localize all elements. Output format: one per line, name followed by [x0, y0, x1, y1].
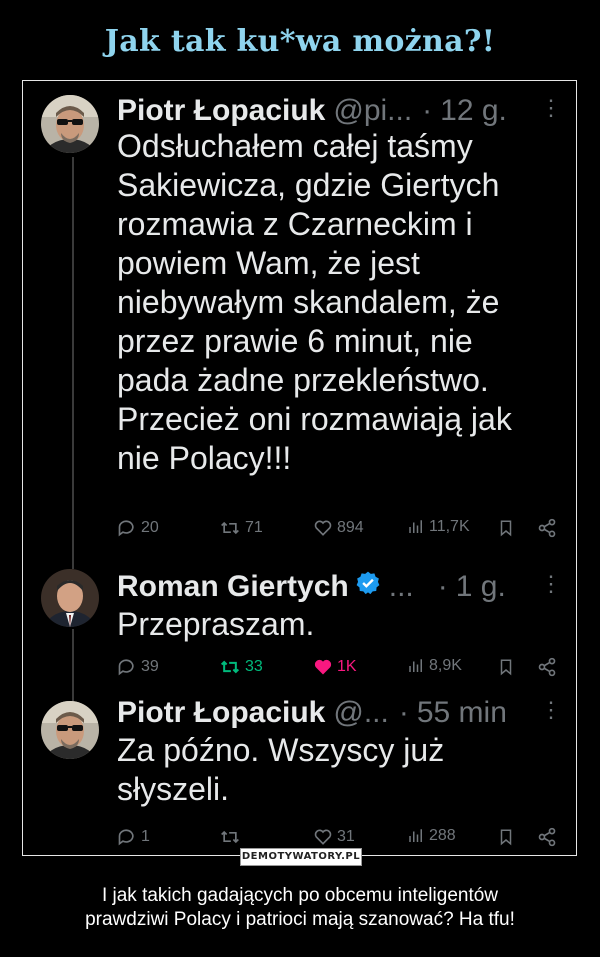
- retweet-count: 33: [245, 658, 263, 675]
- verified-badge-icon: [355, 570, 381, 604]
- tweet-header: Roman Giertych ... · 1 g. ⋮: [117, 567, 562, 607]
- tweet-line: Przepraszam.: [117, 606, 315, 642]
- tweet-line: Odsłuchałem całej taśmy: [117, 128, 473, 164]
- more-options-icon[interactable]: ⋮: [540, 571, 562, 597]
- share-button[interactable]: [537, 657, 557, 677]
- like-button[interactable]: 1K: [313, 657, 357, 677]
- reply-button[interactable]: 1: [117, 827, 150, 847]
- author-name[interactable]: Piotr Łopaciuk: [117, 696, 325, 730]
- views-icon: [409, 829, 422, 842]
- tweet-line: pada żadne przekleństwo.: [117, 362, 489, 398]
- avatar[interactable]: [41, 569, 99, 627]
- like-count: 31: [337, 828, 355, 845]
- avatar[interactable]: [41, 701, 99, 759]
- tweet-line: Przecież oni rozmawiają jak: [117, 401, 512, 437]
- tweet-text: Odsłuchałem całej taśmy Sakiewicza, gdzi…: [117, 127, 556, 478]
- tweet-header: Piotr Łopaciuk @pi... · 12 g. ⋮: [117, 91, 562, 131]
- reply-button[interactable]: 20: [117, 518, 159, 538]
- share-icon: [538, 657, 556, 677]
- views-count: 11,7K: [429, 518, 470, 535]
- share-icon: [538, 518, 556, 538]
- reply-icon: [118, 520, 134, 537]
- views-icon: [409, 659, 422, 672]
- tweet-text: Za późno. Wszyscy już słyszeli.: [117, 731, 556, 809]
- author-name[interactable]: Roman Giertych: [117, 570, 349, 604]
- caption-line: I jak takich gadających po obcemu inteli…: [101, 885, 499, 906]
- retweet-icon: [221, 830, 239, 844]
- retweet-button[interactable]: 33: [219, 657, 263, 677]
- demotywatory-watermark: DEMOTYWATORY.PL: [240, 848, 362, 866]
- share-button[interactable]: [537, 827, 557, 847]
- author-handle[interactable]: ...: [389, 570, 414, 604]
- views-button[interactable]: 11,7K: [407, 518, 470, 536]
- reply-count: 1: [141, 828, 150, 845]
- heart-icon: [314, 520, 332, 536]
- caption-line: prawdziwi Polacy i patrioci mają szanowa…: [85, 909, 515, 930]
- bookmark-button[interactable]: [497, 518, 515, 538]
- tweet-line: Za późno. Wszyscy już: [117, 732, 445, 768]
- retweet-count: 71: [245, 519, 263, 536]
- heart-filled-icon: [314, 659, 332, 675]
- tweet-text: Przepraszam.: [117, 605, 556, 644]
- tweet-line: Sakiewicza, gdzie Giertych: [117, 167, 500, 203]
- retweet-icon: [221, 521, 239, 535]
- screenshot-frame: Piotr Łopaciuk @pi... · 12 g. ⋮ Odsłucha…: [22, 80, 577, 856]
- retweet-icon: [220, 660, 240, 674]
- bookmark-icon: [500, 659, 512, 676]
- bookmark-icon: [500, 520, 512, 537]
- tweet-line: przez prawie 6 minut, nie: [117, 323, 473, 359]
- tweet-line: niebywałym skandalem, że: [117, 284, 500, 320]
- tweet[interactable]: Piotr Łopaciuk @pi... · 12 g. ⋮ Odsłucha…: [23, 81, 576, 551]
- tweet-line: powiem Wam, że jest: [117, 245, 420, 281]
- more-options-icon[interactable]: ⋮: [540, 697, 562, 723]
- tweet-line: słyszeli.: [117, 771, 230, 807]
- reply-icon: [118, 829, 134, 846]
- avatar[interactable]: [41, 95, 99, 153]
- more-options-icon[interactable]: ⋮: [540, 95, 562, 121]
- reply-icon: [118, 659, 134, 676]
- heart-icon: [314, 829, 332, 845]
- author-handle[interactable]: @...: [333, 696, 388, 730]
- retweet-button[interactable]: [219, 827, 245, 847]
- tweet[interactable]: Piotr Łopaciuk @... · 55 min ⋮ Za późno.…: [23, 681, 576, 855]
- bookmark-icon: [500, 829, 512, 846]
- views-button[interactable]: 8,9K: [407, 657, 462, 675]
- meme-title: Jak tak ku*wa można?!: [104, 24, 496, 59]
- bookmark-button[interactable]: [497, 657, 515, 677]
- like-count: 1K: [337, 658, 357, 675]
- meme-caption: I jak takich gadających po obcemu inteli…: [0, 884, 600, 932]
- views-count: 288: [429, 827, 456, 844]
- timestamp[interactable]: 1 g.: [456, 570, 506, 604]
- author-handle[interactable]: @pi...: [333, 94, 412, 128]
- separator-dot: ·: [437, 570, 448, 603]
- separator-dot: ·: [398, 696, 409, 729]
- like-button[interactable]: 894: [313, 518, 364, 538]
- views-count: 8,9K: [429, 657, 462, 674]
- author-name[interactable]: Piotr Łopaciuk: [117, 94, 325, 128]
- bookmark-button[interactable]: [497, 827, 515, 847]
- views-icon: [409, 520, 422, 533]
- separator-dot: ·: [422, 94, 433, 127]
- reply-button[interactable]: 39: [117, 657, 159, 677]
- share-button[interactable]: [537, 518, 557, 538]
- retweet-button[interactable]: 71: [219, 518, 263, 538]
- tweet-line: nie Polacy!!!: [117, 440, 292, 476]
- timestamp[interactable]: 55 min: [417, 696, 507, 730]
- tweet-header: Piotr Łopaciuk @... · 55 min ⋮: [117, 693, 562, 733]
- tweet[interactable]: Roman Giertych ... · 1 g. ⋮ Przepraszam.…: [23, 551, 576, 681]
- reply-count: 20: [141, 519, 159, 536]
- tweet-actions: 20 71 894 11,7K: [117, 518, 563, 542]
- share-icon: [538, 827, 556, 847]
- reply-count: 39: [141, 658, 159, 675]
- like-button[interactable]: 31: [313, 827, 355, 847]
- tweet-actions: 39 33 1K 8,9K: [117, 657, 563, 681]
- timestamp[interactable]: 12 g.: [440, 94, 507, 128]
- views-button[interactable]: 288: [407, 827, 456, 845]
- like-count: 894: [337, 519, 364, 536]
- tweet-line: rozmawia z Czarneckim i: [117, 206, 473, 242]
